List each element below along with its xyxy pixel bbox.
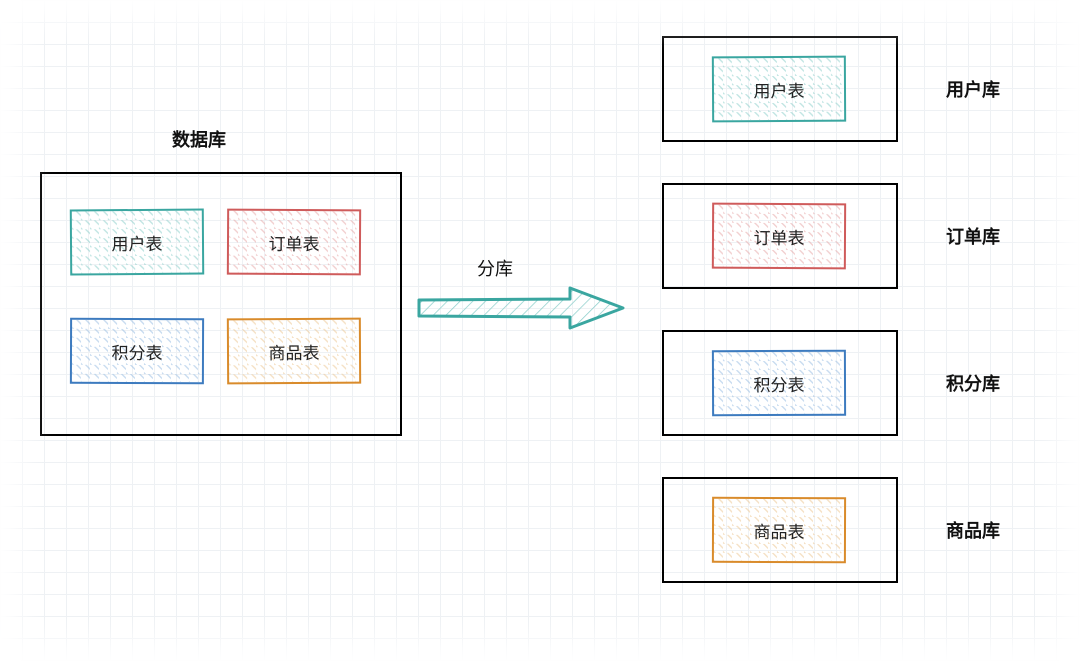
table-points-label: 积分表 (111, 338, 162, 363)
table-points: 积分表 (70, 318, 204, 384)
target-db-2-label: 积分库 (946, 370, 1000, 396)
table-order-label: 订单表 (268, 229, 319, 254)
arrow-icon (415, 282, 630, 334)
target-table-2: 积分表 (712, 350, 846, 416)
target-table-1: 订单表 (712, 203, 846, 270)
target-db-3-label: 商品库 (946, 517, 1000, 543)
action-label: 分库 (477, 255, 513, 281)
table-product-label: 商品表 (268, 338, 319, 363)
target-table-3-label: 商品表 (753, 517, 804, 542)
table-order: 订单表 (227, 209, 361, 276)
table-user: 用户表 (70, 209, 204, 276)
target-table-1-label: 订单表 (753, 223, 804, 248)
target-db-1-label: 订单库 (946, 223, 1000, 249)
target-db-0-label: 用户库 (946, 76, 1000, 102)
source-db-title: 数据库 (172, 126, 226, 152)
target-table-2-label: 积分表 (753, 370, 804, 395)
table-user-label: 用户表 (111, 229, 162, 254)
target-table-0: 用户表 (712, 56, 846, 123)
table-product: 商品表 (227, 318, 361, 385)
target-table-3: 商品表 (712, 497, 846, 563)
target-table-0-label: 用户表 (753, 76, 804, 101)
